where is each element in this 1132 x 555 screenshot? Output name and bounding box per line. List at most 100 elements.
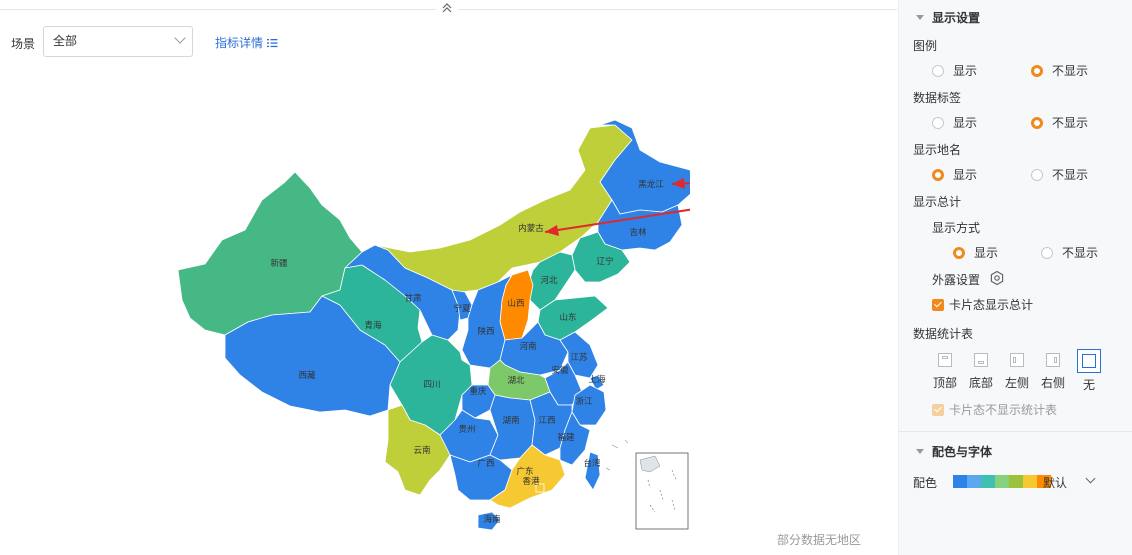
checkbox-label: 卡片态不显示统计表 (949, 403, 1058, 417)
stats-pos-none[interactable]: 无 (1074, 349, 1104, 393)
place-name-label: 显示地名 (913, 143, 962, 157)
region-label: 陕西 (477, 326, 494, 337)
region-label: 福建 (557, 432, 575, 443)
region-label: 香港 (522, 476, 540, 487)
region-label: 安徽 (551, 365, 569, 376)
region-label: 山西 (507, 298, 524, 309)
stats-pos-label: 无 (1082, 378, 1095, 392)
region-label: 宁夏 (453, 303, 471, 314)
region-label: 西藏 (298, 370, 316, 381)
list-icon (267, 37, 278, 51)
region-label: 山东 (559, 312, 576, 323)
region-label: 内蒙古 (518, 223, 544, 234)
region-label: 黑龙江 (638, 179, 664, 190)
radio-label: 不显示 (1052, 168, 1089, 182)
layout-right-icon (1046, 353, 1060, 367)
radio-checked-icon (1031, 64, 1043, 77)
region-label: 吉林 (629, 227, 647, 238)
gear-icon[interactable] (989, 270, 1005, 289)
legend-label: 图例 (913, 39, 938, 53)
radio-label: 显示 (953, 168, 978, 182)
color-font-header[interactable]: 配色与字体 (916, 443, 992, 460)
color-font-title: 配色与字体 (932, 445, 993, 459)
place-name-radio-show[interactable]: 显示 (932, 166, 977, 183)
palette-color-chip (1009, 475, 1023, 488)
radio-label: 不显示 (1052, 116, 1089, 130)
region-label: 江苏 (570, 352, 588, 363)
total-mode-radio-hide[interactable]: 不显示 (1041, 244, 1098, 261)
data-label-radio-show[interactable]: 显示 (932, 114, 977, 131)
region-label: 青海 (364, 320, 382, 331)
radio-label: 显示 (974, 246, 999, 260)
region-label: 湖北 (507, 376, 525, 386)
region-label: 湖南 (502, 415, 519, 426)
layout-top-icon (938, 353, 952, 367)
region-label: 重庆 (469, 386, 487, 397)
exposure-label: 外露设置 (932, 273, 981, 287)
radio-label: 不显示 (1062, 246, 1099, 260)
radio-checked-icon (953, 246, 965, 259)
palette-color-chip (953, 475, 967, 488)
total-label: 显示总计 (913, 195, 962, 209)
south-china-sea-inset (605, 439, 689, 530)
palette-swatch[interactable] (953, 475, 1051, 488)
legend-radio-hide[interactable]: 不显示 (1031, 62, 1088, 79)
china-map: 新疆西藏 青海 甘肃 内蒙古 黑龙江吉林辽宁河北山西 宁夏陕西 山东河南江苏安徽上海浙江 四川… (177, 119, 690, 531)
radio-icon (932, 64, 944, 77)
radio-icon (1041, 246, 1053, 259)
stats-pos-left[interactable]: 左侧 (1002, 353, 1032, 391)
region-label: 浙江 (575, 396, 593, 407)
region-label: 河南 (519, 341, 536, 352)
scene-label: 场景 (11, 37, 36, 51)
place-name-radio-hide[interactable]: 不显示 (1031, 166, 1088, 183)
scene-select[interactable]: 全部 (43, 26, 193, 57)
region-taiwan[interactable] (584, 451, 601, 491)
region-label: 四川 (423, 380, 440, 390)
display-settings-header[interactable]: 显示设置 (916, 9, 980, 26)
palette-label: 配色 (913, 476, 938, 490)
region-label: 甘肃 (404, 293, 422, 304)
palette-value[interactable]: 默认 (1043, 474, 1067, 491)
collapse-up-icon[interactable] (436, 2, 458, 18)
stats-pos-label: 底部 (968, 376, 993, 390)
region-label: 江西 (538, 416, 555, 426)
radio-icon (1031, 168, 1043, 181)
total-mode-label: 显示方式 (932, 221, 981, 235)
stats-pos-label: 顶部 (932, 376, 957, 390)
region-label: 云南 (413, 445, 430, 456)
region-label: 河北 (540, 275, 558, 286)
radio-label: 不显示 (1052, 64, 1089, 78)
display-settings-title: 显示设置 (932, 11, 981, 25)
stats-table-label: 数据统计表 (913, 327, 974, 341)
region-label: 广西 (477, 458, 494, 469)
palette-color-chip (995, 475, 1009, 488)
region-label: 新疆 (270, 258, 288, 269)
layout-bottom-icon (974, 353, 988, 367)
legend-radio-show[interactable]: 显示 (932, 62, 977, 79)
card-hide-stats-checkbox[interactable]: 卡片态不显示统计表 (932, 401, 1057, 418)
palette-color-chip (967, 475, 981, 488)
radio-checked-icon (932, 168, 944, 181)
checkbox-checked-icon (932, 403, 944, 416)
layout-left-icon (1010, 353, 1024, 367)
region-label: 台湾 (583, 458, 601, 469)
stats-pos-top[interactable]: 顶部 (930, 353, 960, 391)
map-canvas-area: 场景 全部 指标详情 新疆 西藏 青海 甘肃 内蒙古 黑龙江 吉林 辽宁 河北 … (0, 0, 898, 555)
checkbox-label: 卡片态显示总计 (949, 298, 1034, 312)
total-mode-radio-show[interactable]: 显示 (953, 244, 998, 261)
collapse-triangle-icon (916, 449, 924, 454)
card-total-checkbox[interactable]: 卡片态显示总计 (932, 296, 1033, 313)
metric-detail-link[interactable]: 指标详情 (215, 34, 278, 51)
scene-select-value: 全部 (53, 34, 78, 48)
section-divider (898, 431, 1132, 432)
stats-pos-right[interactable]: 右侧 (1038, 353, 1068, 391)
app-root: 场景 全部 指标详情 新疆 西藏 青海 甘肃 内蒙古 黑龙江 吉林 辽宁 河北 … (0, 0, 1132, 555)
data-label-radio-hide[interactable]: 不显示 (1031, 114, 1088, 131)
radio-icon (932, 116, 944, 129)
stats-pos-bottom[interactable]: 底部 (966, 353, 996, 391)
region-label: 辽宁 (596, 256, 613, 267)
region-label: 贵州 (458, 424, 475, 435)
metric-detail-label: 指标详情 (215, 36, 264, 50)
radio-label: 显示 (953, 64, 978, 78)
stats-pos-label: 右侧 (1040, 376, 1065, 390)
